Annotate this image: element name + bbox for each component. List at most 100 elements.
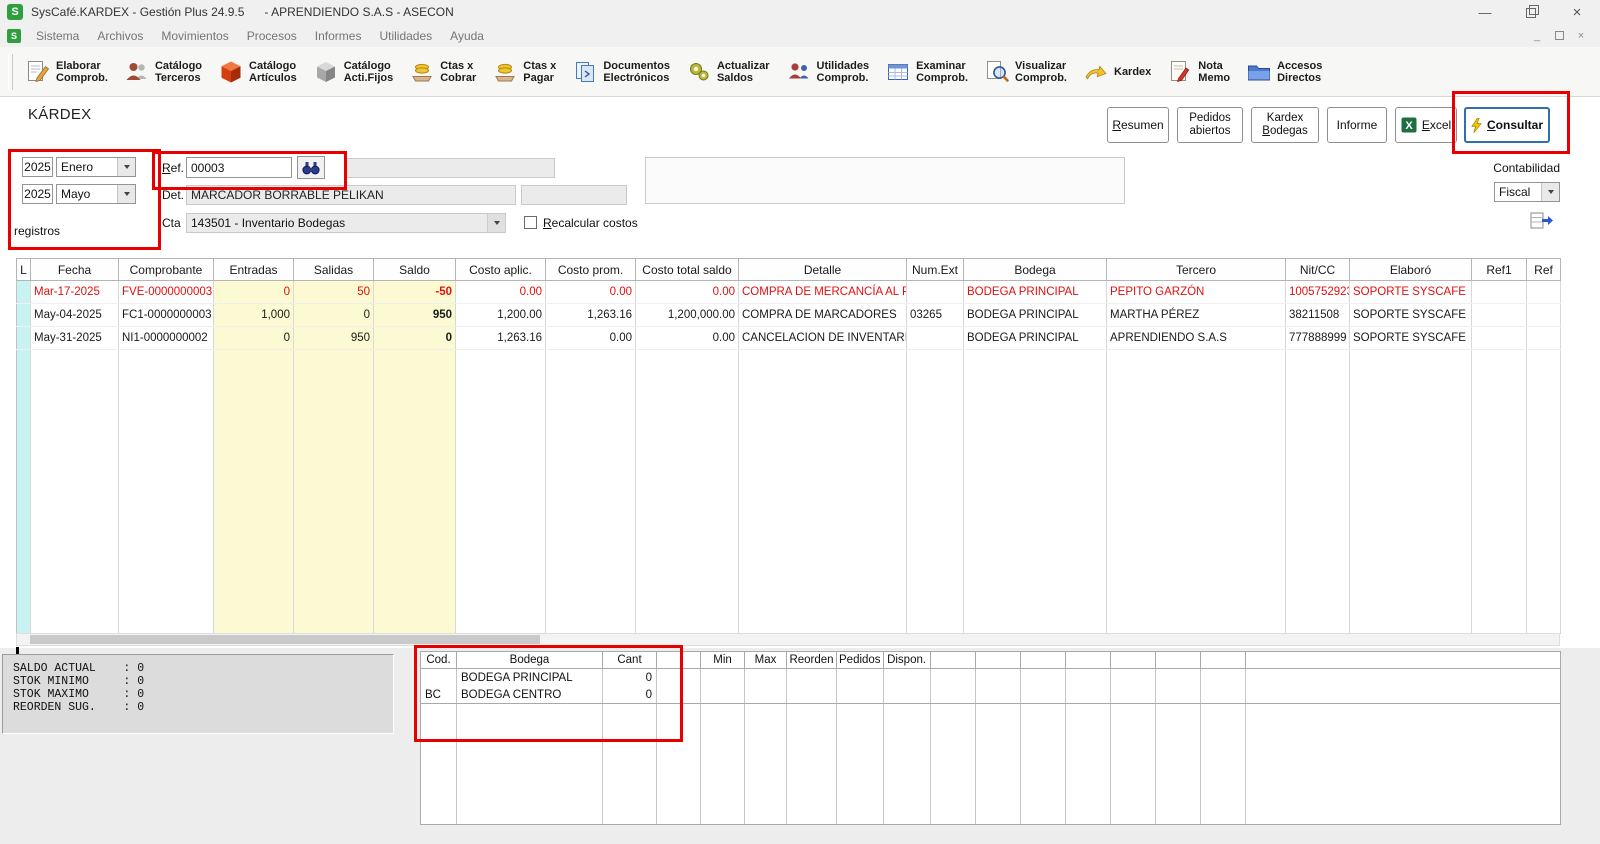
kardex-col-header-5[interactable]: Saldo [374,259,456,281]
kardex-cell: FC1-0000000003 [119,304,214,327]
toolbar-catalogo-terceros-button[interactable]: CatálogoTerceros [117,55,209,89]
informe-button[interactable]: Informe [1327,107,1387,143]
contabilidad-label: Contabilidad [1470,161,1560,175]
kardex-col-header-1[interactable]: Fecha [31,259,119,281]
ref-input[interactable] [186,157,292,178]
cta-dropdown-button[interactable] [487,214,505,232]
kardex-row[interactable]: Mar-17-2025FVE-0000000003050-500.000.000… [17,281,1561,304]
close-button[interactable]: × [1554,0,1600,24]
kardex-col-header-14[interactable]: Elaboró [1350,259,1472,281]
month-from-dropdown-button[interactable] [117,158,135,176]
toolbar-catalogo-actifijos-button[interactable]: CatálogoActi.Fijos [306,55,401,89]
menu-archivos[interactable]: Archivos [88,29,152,43]
year-from-input[interactable]: 2025 [22,157,53,177]
fiscal-dropdown-button[interactable] [1541,183,1559,201]
kardex-row[interactable]: May-04-2025FC1-00000000031,00009501,200.… [17,304,1561,327]
search-button[interactable] [297,156,325,179]
toolbar-elaborar-comprob-button[interactable]: ElaborarComprob. [18,55,115,89]
fiscal-select[interactable]: Fiscal [1494,182,1560,202]
toolbar-grip [8,54,13,90]
menu-ayuda[interactable]: Ayuda [441,29,493,43]
kardex-col-header-11[interactable]: Bodega [964,259,1107,281]
kardex-col-header-4[interactable]: Salidas [294,259,374,281]
recalcular-costos-checkbox[interactable] [524,216,537,229]
bodegas-col-header-4[interactable]: Min [701,652,745,669]
kardex-col-header-3[interactable]: Entradas [214,259,294,281]
bodegas-col-header-3[interactable] [657,652,701,669]
toolbar-visualizar-comprob-button[interactable]: VisualizarComprob. [977,55,1074,89]
bodegas-col-header-5[interactable]: Max [745,652,787,669]
kardex-col-header-2[interactable]: Comprobante [119,259,214,281]
bodegas-col-header-9[interactable] [930,652,975,669]
minimize-icon: — [1479,5,1492,20]
bodega-row[interactable]: BCBODEGA CENTRO0 [421,686,1561,704]
kardex-col-header-7[interactable]: Costo prom. [546,259,636,281]
mdi-minimize-button[interactable]: _ [1526,27,1548,45]
bodegas-col-header-7[interactable]: Pedidos [837,652,884,669]
kardex-col-header-12[interactable]: Tercero [1107,259,1286,281]
kardex-row[interactable]: May-31-2025NI1-0000000002095001,263.160.… [17,327,1561,350]
month-to-dropdown-button[interactable] [117,185,135,203]
toolbar-ctas-x-pagar-button[interactable]: Ctas xPagar [485,55,563,89]
excel-button[interactable]: X Excel [1395,107,1457,143]
minimize-button[interactable]: — [1462,0,1508,24]
bodegas-col-header-6[interactable]: Reorden [787,652,837,669]
menubar: S SistemaArchivosMovimientosProcesosInfo… [0,24,1600,48]
menu-movimientos[interactable]: Movimientos [152,29,237,43]
pedidos-abiertos-button[interactable]: Pedidos abiertos [1177,107,1243,143]
menu-informes[interactable]: Informes [306,29,371,43]
toolbar-examinar-comprob-button[interactable]: ExaminarComprob. [878,55,975,89]
toolbar-ctas-x-cobrar-button[interactable]: Ctas xCobrar [402,55,483,89]
bodega-row[interactable]: BODEGA PRINCIPAL0 [421,669,1561,687]
mdi-close-button[interactable]: × [1570,27,1592,45]
kardex-col-header-0[interactable]: L [17,259,31,281]
window-title: SysCafé.KARDEX - Gestión Plus 24.9.5 - A… [31,5,454,19]
restore-button[interactable] [1508,0,1554,24]
toolbar-kardex-button[interactable]: Kardex [1076,55,1158,89]
cta-select[interactable]: 143501 - Inventario Bodegas [186,213,506,233]
toolbar-accesos-directos-button[interactable]: AccesosDirectos [1239,55,1329,89]
kardex-cell: 03265 [907,304,964,327]
kardex-col-header-10[interactable]: Num.Ext [907,259,964,281]
month-from-select[interactable]: Enero [56,157,136,177]
kardex-cell: 950 [374,304,456,327]
bodegas-col-header-13[interactable] [1110,652,1155,669]
year-to-input[interactable]: 2025 [22,184,53,204]
menu-sistema[interactable]: Sistema [27,29,88,43]
toolbar-nota-memo-button[interactable]: NotaMemo [1160,55,1237,89]
bodegas-col-header-1[interactable]: Bodega [457,652,603,669]
horizontal-scrollbar[interactable] [16,633,1560,646]
kardex-col-header-6[interactable]: Costo aplic. [456,259,546,281]
menu-utilidades[interactable]: Utilidades [370,29,441,43]
toolbar-catalogo-articulos-button[interactable]: CatálogoArtículos [211,55,304,89]
bodegas-col-header-12[interactable] [1065,652,1110,669]
scrollbar-thumb[interactable] [30,635,540,644]
kardex-col-header-13[interactable]: Nit/CC [1286,259,1350,281]
toolbar-accesos-directos-label: AccesosDirectos [1277,60,1322,84]
kardex-col-header-8[interactable]: Costo total saldo [636,259,739,281]
bodegas-col-header-16[interactable] [1245,652,1560,669]
kardex-col-header-9[interactable]: Detalle [739,259,907,281]
documentos-electronicos-icon [572,59,598,85]
bodegas-col-header-11[interactable] [1020,652,1065,669]
resumen-button[interactable]: Resumen [1107,107,1169,143]
bodegas-col-header-15[interactable] [1200,652,1245,669]
toolbar-actualizar-saldos-button[interactable]: ActualizarSaldos [679,55,777,89]
bodegas-col-header-8[interactable]: Dispon. [883,652,930,669]
bodegas-col-header-0[interactable]: Cod. [421,652,457,669]
kardex-col-header-16[interactable]: Ref [1527,259,1561,281]
consultar-button[interactable]: Consultar [1464,107,1550,143]
kardex-cell: COMPRA DE MERCANCÍA AL P [739,281,907,304]
mdi-restore-button[interactable] [1548,27,1570,45]
article-info-box [645,157,1125,204]
menu-procesos[interactable]: Procesos [238,29,306,43]
kardex-col-header-15[interactable]: Ref1 [1472,259,1527,281]
month-to-select[interactable]: Mayo [56,184,136,204]
bodegas-col-header-2[interactable]: Cant [603,652,657,669]
grid-export-icon[interactable] [1530,212,1554,234]
toolbar-utilidades-comprob-button[interactable]: UtilidadesComprob. [779,55,877,89]
kardex-bodegas-button[interactable]: Kardex Bodegas [1251,107,1319,143]
bodegas-col-header-14[interactable] [1155,652,1200,669]
bodegas-col-header-10[interactable] [975,652,1020,669]
toolbar-documentos-electronicos-button[interactable]: DocumentosElectrónicos [565,55,677,89]
